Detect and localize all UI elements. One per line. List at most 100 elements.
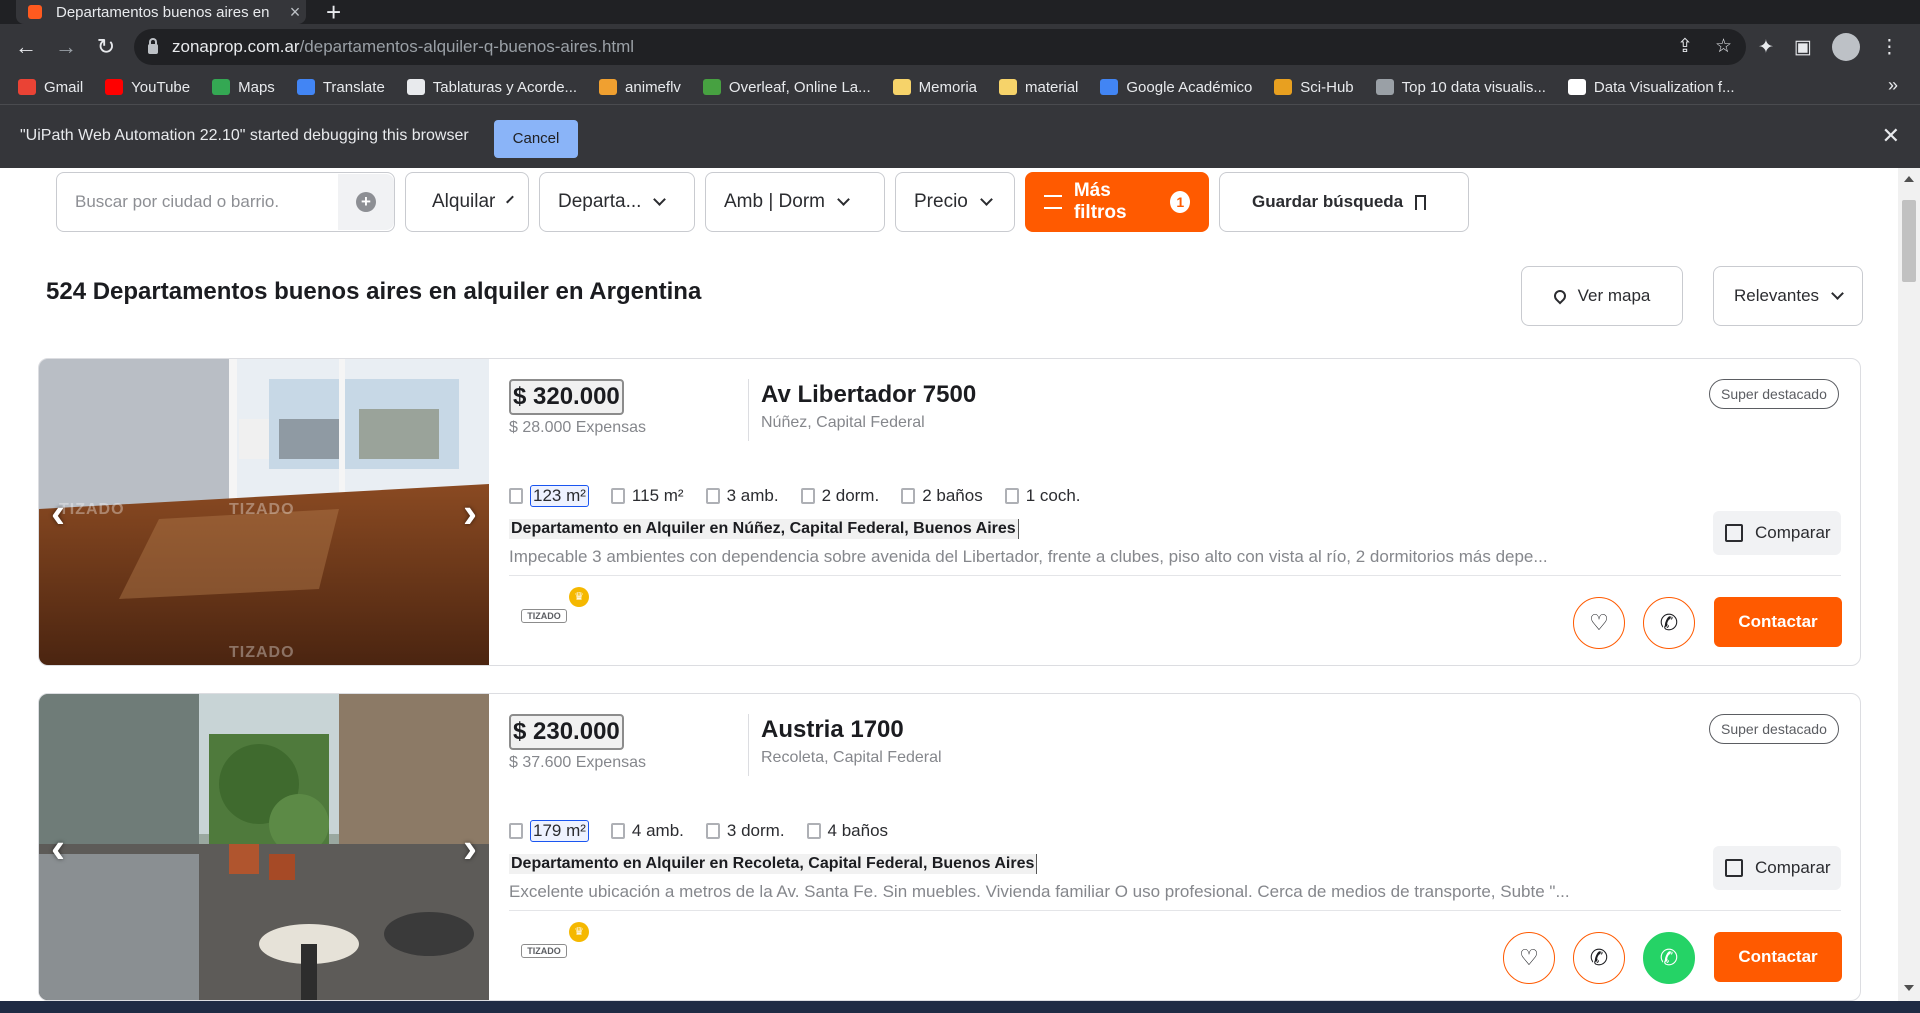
property-type-dropdown[interactable]: Departa...	[539, 172, 695, 232]
side-panel-icon[interactable]: ▣	[1794, 36, 1812, 59]
photo-prev-icon[interactable]: ‹	[51, 824, 65, 872]
bookmark-item[interactable]: Memoria	[892, 78, 978, 96]
feature-bedrooms: 3 dorm.	[705, 821, 785, 841]
listing-photo[interactable]: TIZADO TIZADO TIZADO ‹ ›	[39, 359, 489, 665]
operation-dropdown[interactable]: Alquilar	[405, 172, 529, 232]
profile-avatar[interactable]	[1831, 33, 1860, 61]
scroll-up-icon[interactable]	[1904, 176, 1914, 182]
lock-icon[interactable]	[148, 38, 158, 54]
bookmark-label: Memoria	[918, 78, 978, 96]
rooms-dropdown[interactable]: Amb | Dorm	[705, 172, 885, 232]
bookmark-item[interactable]: Data Visualization f...	[1567, 79, 1735, 96]
listing-address[interactable]: Av Libertador 7500	[761, 381, 976, 409]
contact-button[interactable]: Contactar	[1714, 597, 1842, 647]
compare-label: Comparar	[1755, 858, 1831, 877]
publisher-logo[interactable]: TIZADO	[521, 609, 567, 623]
rooms-label: Amb | Dorm	[724, 191, 826, 212]
listing-photo[interactable]: ‹ ›	[39, 694, 489, 1000]
location-search-input[interactable]: Buscar por ciudad o barrio. +	[56, 172, 395, 232]
bookmark-item[interactable]: Sci-Hub	[1274, 78, 1354, 96]
bookmark-star-icon[interactable]: ☆	[1715, 35, 1732, 58]
bookmark-item[interactable]: Translate	[296, 79, 385, 96]
posting-title[interactable]: Departamento en Alquiler en Recoleta, Ca…	[509, 854, 1038, 874]
favorite-button[interactable]: ♡	[1503, 932, 1555, 984]
address-bar[interactable]: zonaprop.com.ar/departamentos-alquiler-q…	[134, 29, 1746, 65]
feature-bedrooms: 2 dorm.	[800, 486, 879, 506]
bookmark-item[interactable]: animeflv	[599, 79, 681, 96]
infobar-close-icon[interactable]: ✕	[1882, 123, 1900, 149]
bookmark-item[interactable]: material	[999, 79, 1078, 96]
bookmark-item[interactable]: Overleaf, Online La...	[702, 79, 871, 96]
filters-count-badge: 1	[1170, 191, 1191, 213]
reload-button[interactable]: ↻	[92, 33, 120, 61]
forward-button[interactable]: →	[52, 33, 80, 61]
sort-label: Relevantes	[1733, 286, 1820, 305]
tab-close-icon[interactable]: ×	[284, 2, 306, 23]
infobar-message: "UiPath Web Automation 22.10" started de…	[20, 127, 469, 144]
property-type-label: Departa...	[558, 191, 642, 212]
bookmark-label: Sci-Hub	[1300, 78, 1354, 96]
more-filters-button[interactable]: Más filtros 1	[1025, 172, 1209, 232]
phone-icon: ✆	[1589, 945, 1609, 970]
posting-description[interactable]: Excelente ubicación a metros de la Av. S…	[509, 882, 1589, 902]
bookmark-item[interactable]: Top 10 data visualis...	[1375, 79, 1546, 96]
map-pin-icon	[1551, 287, 1569, 305]
bathtub-icon	[806, 823, 821, 839]
sort-dropdown[interactable]: Relevantes	[1713, 266, 1863, 326]
page-scrollbar[interactable]	[1898, 168, 1920, 1001]
guitar-icon	[406, 79, 425, 95]
photo-next-icon[interactable]: ›	[463, 824, 477, 872]
phone-button[interactable]: ✆	[1643, 597, 1695, 649]
save-search-label: Guardar búsqueda	[1252, 192, 1404, 211]
photo-next-icon[interactable]: ›	[463, 489, 477, 537]
infobar-cancel-button[interactable]: Cancel	[494, 120, 578, 158]
bookmark-item[interactable]: Maps	[212, 79, 275, 96]
whatsapp-button[interactable]: ✆	[1643, 932, 1695, 984]
bookmark-item[interactable]: Google Académico	[1100, 79, 1252, 96]
browser-menu-icon[interactable]: ⋮	[1880, 36, 1899, 59]
back-button[interactable]: ←	[12, 33, 40, 61]
view-map-button[interactable]: Ver mapa	[1521, 266, 1683, 326]
bed-icon	[705, 823, 720, 839]
compare-checkbox[interactable]: Comparar	[1713, 511, 1841, 555]
share-icon[interactable]: ⇪	[1677, 35, 1693, 58]
save-search-button[interactable]: Guardar búsqueda	[1219, 172, 1469, 232]
phone-button[interactable]: ✆	[1573, 932, 1625, 984]
listing-address[interactable]: Austria 1700	[761, 716, 904, 744]
bookmark-item[interactable]: Gmail	[18, 79, 83, 96]
favorite-button[interactable]: ♡	[1573, 597, 1625, 649]
feature-total-area: 179 m²	[509, 820, 589, 842]
feature-garage: 1 coch.	[1004, 486, 1081, 506]
contact-button[interactable]: Contactar	[1714, 932, 1842, 982]
posting-title[interactable]: Departamento en Alquiler en Núñez, Capit…	[509, 519, 1019, 539]
listing-card[interactable]: TIZADO TIZADO TIZADO ‹ › $ 320.000 $ 28.…	[38, 358, 1861, 666]
folder-icon	[892, 79, 911, 95]
search-add-button[interactable]: +	[338, 174, 394, 230]
expenses: $ 37.600 Expensas	[509, 754, 646, 771]
folder-icon	[999, 79, 1018, 95]
chevron-down-icon	[1831, 286, 1844, 300]
more-filters-label: Más filtros	[1073, 180, 1127, 223]
feature-total-area: 123 m²	[509, 485, 589, 507]
tab-strip: Departamentos buenos aires en × +	[0, 0, 1920, 27]
car-icon	[1004, 488, 1019, 504]
scroll-thumb[interactable]	[1902, 200, 1916, 282]
scroll-down-icon[interactable]	[1904, 985, 1914, 991]
total-area-icon	[509, 488, 523, 504]
price-dropdown[interactable]: Precio	[895, 172, 1015, 232]
active-tab[interactable]: Departamentos buenos aires en ×	[16, 0, 306, 24]
listing-card[interactable]: ‹ › $ 230.000 $ 37.600 Expensas Austria …	[38, 693, 1861, 1001]
bookmarks-overflow-icon[interactable]: »	[1888, 75, 1898, 96]
super-featured-badge: Super destacado	[1709, 379, 1839, 409]
compare-checkbox[interactable]: Comparar	[1713, 846, 1841, 890]
bookmark-item[interactable]: YouTube	[105, 79, 190, 96]
feature-bathrooms: 2 baños	[901, 486, 983, 506]
feature-rooms: 4 amb.	[610, 821, 684, 841]
results-title: 524 Departamentos buenos aires en alquil…	[46, 278, 702, 305]
bookmark-item[interactable]: Tablaturas y Acorde...	[406, 79, 577, 96]
publisher-logo[interactable]: TIZADO	[521, 944, 567, 958]
posting-description[interactable]: Impecable 3 ambientes con dependencia so…	[509, 547, 1589, 567]
plus-icon: +	[356, 192, 376, 212]
photo-prev-icon[interactable]: ‹	[51, 489, 65, 537]
extensions-puzzle-icon[interactable]: ✦	[1758, 36, 1774, 59]
